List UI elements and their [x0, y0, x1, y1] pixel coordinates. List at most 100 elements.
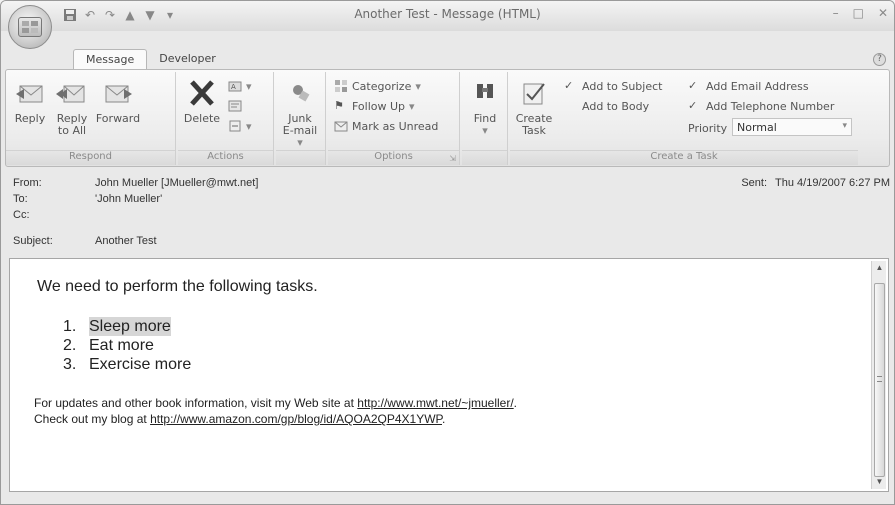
grip-icon	[877, 376, 882, 382]
checkmark-icon: ✓	[564, 79, 574, 92]
vertical-scrollbar[interactable]: ▲ ▼	[871, 261, 886, 489]
list-item: 1. Sleep more	[63, 317, 171, 336]
add-email-address-option[interactable]: ✓ Add Email Address	[688, 78, 809, 94]
customize-qat-icon[interactable]: ▾	[163, 8, 177, 22]
junk-email-icon	[293, 85, 310, 102]
forward-icon	[105, 85, 132, 103]
reply-all-button[interactable]: Reply to All	[52, 78, 92, 137]
respond-group-label: Respond	[6, 150, 175, 165]
actions-group-label: Actions	[178, 150, 273, 165]
selected-text[interactable]: Sleep more	[89, 317, 171, 336]
to-row: To: 'John Mueller'	[13, 193, 162, 209]
find-button[interactable]: Find ▾	[465, 78, 505, 137]
save-icon[interactable]	[63, 8, 77, 22]
scroll-down-icon[interactable]: ▼	[872, 475, 887, 489]
junk-email-button[interactable]: Junk E-mail ▾	[280, 78, 320, 149]
junk-group: Junk E-mail ▾	[276, 72, 326, 165]
list-item: 3. Exercise more	[63, 356, 192, 373]
respond-group: Reply Reply to All Forward Respond	[6, 72, 176, 165]
task-list: 1. Sleep more 2. Eat more 3. Exercise mo…	[63, 317, 191, 374]
office-button[interactable]	[8, 5, 52, 49]
subject-value: Another Test	[95, 235, 157, 247]
to-value[interactable]: 'John Mueller'	[95, 193, 162, 209]
maximize-icon[interactable]: □	[853, 6, 864, 20]
sent-label: Sent:	[741, 177, 768, 189]
website-line: For updates and other book information, …	[34, 396, 518, 410]
message-header: From: John Mueller [JMueller@mwt.net] To…	[5, 177, 890, 257]
body-intro: We need to perform the following tasks.	[37, 278, 318, 295]
minimize-icon[interactable]: –	[833, 6, 839, 20]
mark-unread-icon	[334, 121, 348, 132]
undo-icon[interactable]: ↶	[83, 8, 97, 22]
binoculars-icon	[477, 84, 493, 98]
redo-icon[interactable]: ↷	[103, 8, 117, 22]
checkmark-icon: ✓	[688, 79, 698, 92]
forward-button[interactable]: Forward	[94, 78, 142, 125]
subject-row: Subject: Another Test	[13, 235, 157, 251]
message-body[interactable]: We need to perform the following tasks. …	[9, 258, 889, 492]
other-actions-icon	[229, 120, 241, 132]
tab-developer[interactable]: Developer	[147, 49, 228, 69]
close-icon[interactable]: ✕	[878, 6, 888, 20]
actions-group: Delete A ▾ ▾ Actions	[178, 72, 274, 165]
to-label: To:	[13, 193, 28, 205]
cc-label: Cc:	[13, 209, 30, 221]
chevron-down-icon: ▾	[842, 121, 847, 131]
other-actions-button[interactable]: ▾	[228, 118, 252, 134]
priority-select[interactable]: Normal ▾	[732, 118, 852, 136]
priority-row: Priority	[688, 120, 727, 136]
delete-button[interactable]: Delete	[182, 78, 222, 125]
move-to-folder-icon: A	[228, 81, 242, 92]
ribbon-tabs: Message Developer	[73, 49, 228, 69]
junk-group-label	[276, 150, 325, 165]
office-logo-icon	[18, 17, 42, 37]
mark-as-unread-button[interactable]: Mark as Unread	[334, 118, 438, 134]
create-task-group: Create Task ✓ Add to Subject Add to Body…	[510, 72, 858, 165]
up-arrow-icon[interactable]: ▲	[123, 8, 137, 22]
checkmark-icon: ✓	[688, 99, 698, 112]
scrollbar-thumb[interactable]	[874, 283, 885, 477]
signature-block: For updates and other book information, …	[34, 395, 517, 427]
create-task-button[interactable]: Create Task	[514, 78, 554, 137]
options-group-label: Options ⇲	[328, 150, 459, 165]
add-to-subject-option[interactable]: ✓ Add to Subject	[564, 78, 662, 94]
follow-up-button[interactable]: ⚑ Follow Up ▾	[334, 98, 415, 114]
tab-message[interactable]: Message	[73, 49, 148, 69]
move-to-folder-button[interactable]: A ▾	[228, 78, 252, 94]
create-rule-button[interactable]	[228, 98, 242, 114]
blog-line: Check out my blog at http://www.amazon.c…	[34, 412, 446, 426]
categorize-icon	[335, 80, 347, 92]
from-label: From:	[13, 177, 42, 189]
dialog-launcher-icon[interactable]: ⇲	[449, 154, 456, 163]
subject-label: Subject:	[13, 235, 53, 247]
categorize-button[interactable]: Categorize ▾	[334, 78, 421, 94]
find-group-label	[462, 150, 507, 165]
down-arrow-icon[interactable]: ▼	[143, 8, 157, 22]
window-controls: – □ ✕	[833, 6, 888, 20]
cc-row: Cc:	[13, 209, 95, 225]
help-icon[interactable]: ?	[873, 53, 886, 66]
message-window: Another Test - Message (HTML) ↶ ↷ ▲ ▼ ▾ …	[0, 0, 895, 505]
flag-icon: ⚑	[334, 99, 344, 112]
sent-value: Thu 4/19/2007 6:27 PM	[775, 177, 890, 189]
sent-row: Sent: Thu 4/19/2007 6:27 PM	[741, 177, 890, 189]
add-to-body-option[interactable]: Add to Body	[564, 98, 649, 114]
options-group: Categorize ▾ ⚑ Follow Up ▾ Mark as Unread …	[328, 72, 460, 165]
delete-icon	[190, 80, 214, 106]
create-rule-icon	[228, 100, 242, 112]
scroll-up-icon[interactable]: ▲	[872, 261, 887, 275]
title-bar: Another Test - Message (HTML) ↶ ↷ ▲ ▼ ▾ …	[1, 1, 894, 31]
reply-all-icon	[56, 85, 85, 103]
priority-label: Priority	[688, 121, 728, 135]
find-group: Find ▾	[462, 72, 508, 165]
ribbon: Reply Reply to All Forward Respond Delet…	[5, 69, 890, 167]
quick-access-toolbar: ↶ ↷ ▲ ▼ ▾	[63, 8, 177, 22]
website-link[interactable]: http://www.mwt.net/~jmueller/	[357, 396, 513, 410]
reply-button[interactable]: Reply	[10, 78, 50, 125]
from-value[interactable]: John Mueller [JMueller@mwt.net]	[95, 177, 258, 193]
blog-link[interactable]: http://www.amazon.com/gp/blog/id/AQOA2QP…	[150, 412, 442, 426]
svg-text:A: A	[231, 83, 236, 91]
add-telephone-number-option[interactable]: ✓ Add Telephone Number	[688, 98, 834, 114]
list-item: 2. Eat more	[63, 337, 154, 354]
from-row: From: John Mueller [JMueller@mwt.net]	[13, 177, 258, 193]
